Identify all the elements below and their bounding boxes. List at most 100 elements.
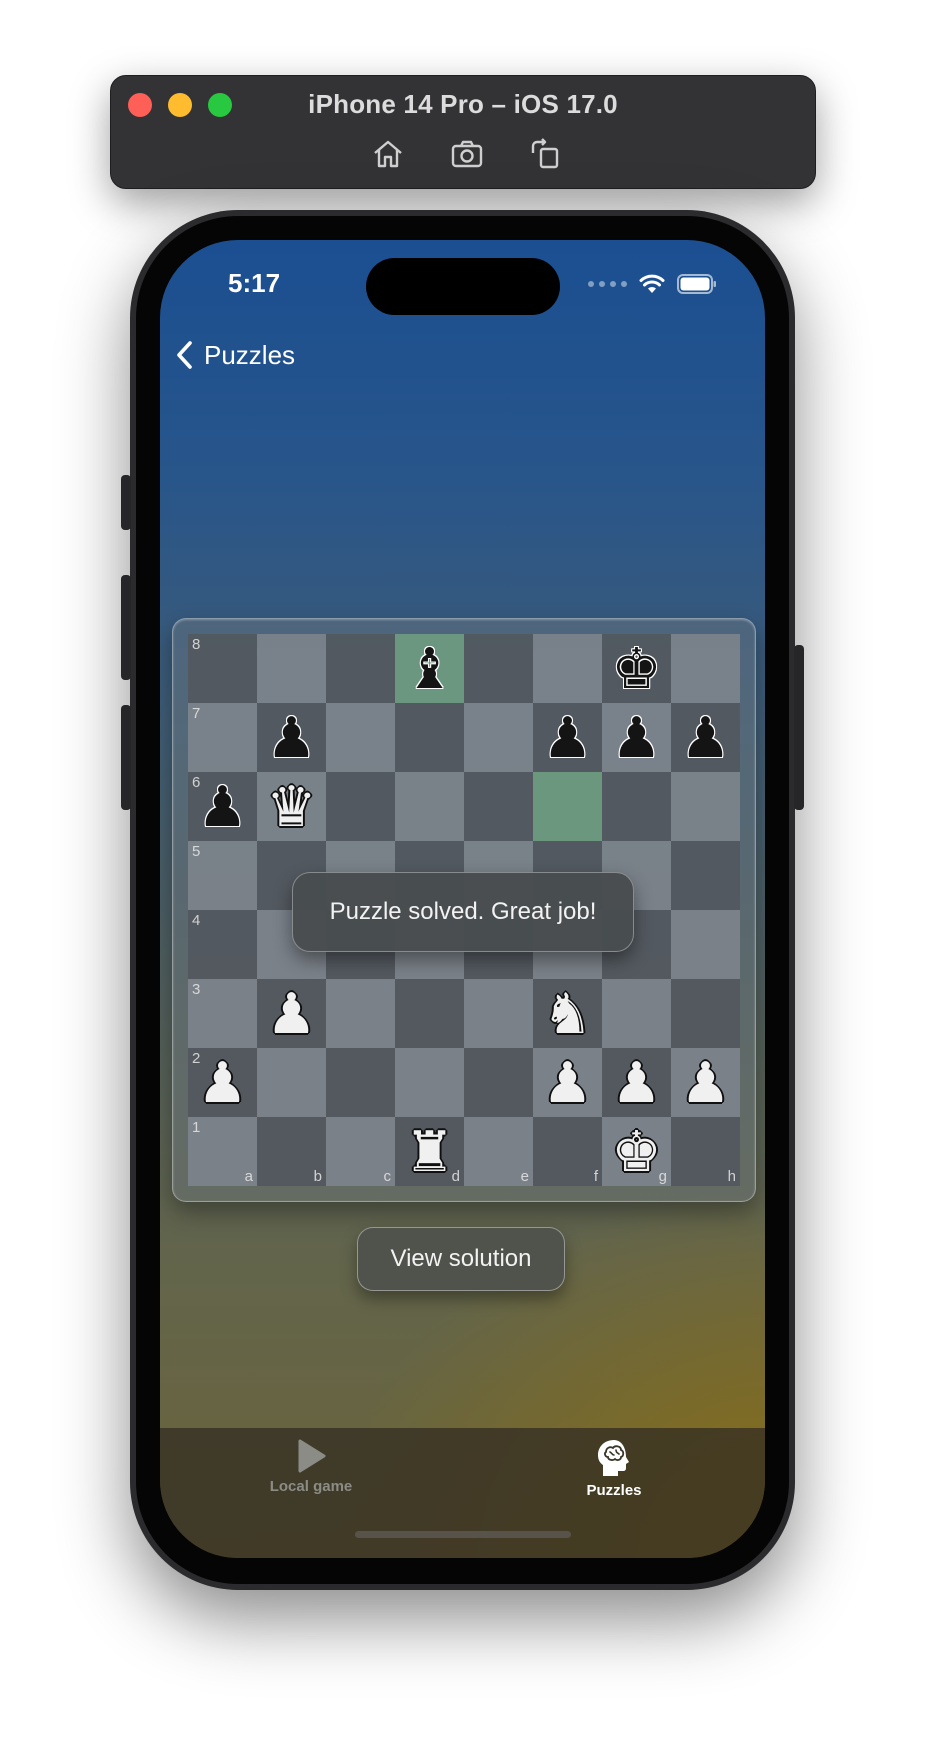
square-d8[interactable]: ♝ bbox=[395, 634, 464, 703]
square-g3[interactable] bbox=[602, 979, 671, 1048]
volume-up-button bbox=[121, 575, 131, 680]
white-king-piece[interactable]: ♚ bbox=[611, 1124, 661, 1181]
battery-icon bbox=[677, 274, 716, 294]
square-f8[interactable] bbox=[533, 634, 602, 703]
square-d2[interactable] bbox=[395, 1048, 464, 1117]
square-a5[interactable]: 5 bbox=[188, 841, 257, 910]
rotate-icon bbox=[531, 138, 559, 169]
square-h7[interactable]: ♟ bbox=[671, 703, 740, 772]
black-pawn-piece[interactable]: ♟ bbox=[542, 710, 592, 767]
square-f6[interactable] bbox=[533, 772, 602, 841]
screenshot-button[interactable] bbox=[447, 134, 487, 174]
white-pawn-piece[interactable]: ♟ bbox=[542, 1055, 592, 1112]
black-king-piece[interactable]: ♚ bbox=[611, 641, 661, 698]
white-pawn-piece[interactable]: ♟ bbox=[611, 1055, 661, 1112]
home-button[interactable] bbox=[368, 134, 408, 174]
square-a4[interactable]: 4 bbox=[188, 910, 257, 979]
square-b3[interactable]: ♟ bbox=[257, 979, 326, 1048]
white-knight-piece[interactable]: ♞ bbox=[542, 986, 592, 1043]
tab-bar: Local game Puzzles bbox=[160, 1428, 765, 1558]
square-h3[interactable] bbox=[671, 979, 740, 1048]
square-d6[interactable] bbox=[395, 772, 464, 841]
tab-puzzles[interactable]: Puzzles bbox=[514, 1438, 714, 1499]
home-indicator bbox=[355, 1531, 571, 1538]
square-c2[interactable] bbox=[326, 1048, 395, 1117]
square-g6[interactable] bbox=[602, 772, 671, 841]
file-label: g bbox=[658, 1168, 667, 1185]
square-f7[interactable]: ♟ bbox=[533, 703, 602, 772]
square-b2[interactable] bbox=[257, 1048, 326, 1117]
rank-label: 6 bbox=[192, 774, 201, 791]
white-pawn-piece[interactable]: ♟ bbox=[680, 1055, 730, 1112]
square-b6[interactable]: ♛ bbox=[257, 772, 326, 841]
square-h5[interactable] bbox=[671, 841, 740, 910]
square-e1[interactable]: e bbox=[464, 1117, 533, 1186]
dynamic-island bbox=[366, 258, 560, 315]
square-d1[interactable]: d ♜ bbox=[395, 1117, 464, 1186]
rank-label: 1 bbox=[192, 1119, 201, 1136]
square-h4[interactable] bbox=[671, 910, 740, 979]
view-solution-button[interactable]: View solution bbox=[357, 1227, 565, 1291]
square-g2[interactable]: ♟ bbox=[602, 1048, 671, 1117]
square-e8[interactable] bbox=[464, 634, 533, 703]
cellular-dots-icon bbox=[588, 281, 627, 287]
square-f1[interactable]: f bbox=[533, 1117, 602, 1186]
square-a6[interactable]: 6 ♟ bbox=[188, 772, 257, 841]
rotate-button[interactable] bbox=[525, 134, 565, 174]
square-d3[interactable] bbox=[395, 979, 464, 1048]
file-label: h bbox=[727, 1168, 736, 1185]
black-pawn-piece[interactable]: ♟ bbox=[611, 710, 661, 767]
square-e3[interactable] bbox=[464, 979, 533, 1048]
square-a7[interactable]: 7 bbox=[188, 703, 257, 772]
play-icon bbox=[298, 1439, 326, 1473]
status-time: 5:17 bbox=[228, 268, 281, 298]
square-a1[interactable]: 1a bbox=[188, 1117, 257, 1186]
black-pawn-piece[interactable]: ♟ bbox=[266, 710, 316, 767]
square-d7[interactable] bbox=[395, 703, 464, 772]
square-h8[interactable] bbox=[671, 634, 740, 703]
tab-local-game[interactable]: Local game bbox=[211, 1438, 411, 1495]
square-b1[interactable]: b bbox=[257, 1117, 326, 1186]
rank-label: 2 bbox=[192, 1050, 201, 1067]
wifi-icon bbox=[639, 274, 665, 293]
white-rook-piece[interactable]: ♜ bbox=[404, 1124, 454, 1181]
square-c7[interactable] bbox=[326, 703, 395, 772]
square-c1[interactable]: c bbox=[326, 1117, 395, 1186]
black-pawn-piece[interactable]: ♟ bbox=[197, 779, 247, 836]
square-e7[interactable] bbox=[464, 703, 533, 772]
tab-label: Puzzles bbox=[586, 1482, 642, 1499]
back-button[interactable]: Puzzles bbox=[172, 338, 295, 372]
puzzle-solved-toast: Puzzle solved. Great job! bbox=[292, 872, 634, 952]
file-label: d bbox=[451, 1168, 460, 1185]
square-f3[interactable]: ♞ bbox=[533, 979, 602, 1048]
square-c8[interactable] bbox=[326, 634, 395, 703]
square-g8[interactable]: ♚ bbox=[602, 634, 671, 703]
back-button-label: Puzzles bbox=[204, 339, 296, 370]
square-e2[interactable] bbox=[464, 1048, 533, 1117]
simulator-title: iPhone 14 Pro – iOS 17.0 bbox=[308, 89, 618, 119]
square-g1[interactable]: g ♚ bbox=[602, 1117, 671, 1186]
square-c3[interactable] bbox=[326, 979, 395, 1048]
square-b7[interactable]: ♟ bbox=[257, 703, 326, 772]
square-g7[interactable]: ♟ bbox=[602, 703, 671, 772]
square-f2[interactable]: ♟ bbox=[533, 1048, 602, 1117]
square-a3[interactable]: 3 bbox=[188, 979, 257, 1048]
square-e6[interactable] bbox=[464, 772, 533, 841]
square-b8[interactable] bbox=[257, 634, 326, 703]
white-queen-piece[interactable]: ♛ bbox=[266, 779, 316, 836]
black-pawn-piece[interactable]: ♟ bbox=[680, 710, 730, 767]
square-a8[interactable]: 8 bbox=[188, 634, 257, 703]
white-pawn-piece[interactable]: ♟ bbox=[266, 986, 316, 1043]
square-h6[interactable] bbox=[671, 772, 740, 841]
square-c6[interactable] bbox=[326, 772, 395, 841]
square-h1[interactable]: h bbox=[671, 1117, 740, 1186]
rank-label: 5 bbox=[192, 843, 201, 860]
black-bishop-piece[interactable]: ♝ bbox=[404, 641, 454, 698]
file-label: e bbox=[520, 1168, 529, 1185]
square-h2[interactable]: ♟ bbox=[671, 1048, 740, 1117]
square-a2[interactable]: 2 ♟ bbox=[188, 1048, 257, 1117]
brain-head-icon bbox=[598, 1440, 629, 1476]
app-screen: 5:17 Puzzles 8 ♝ ♚ 7 ♟ ♟ ♟ ♟ 6 ♟ ♛ 5 4 3 ♟ ♞ 2 ♟ ♟ ♟ ♟ 1 a b c d ♜… bbox=[160, 240, 765, 1558]
file-label: a bbox=[244, 1168, 253, 1185]
white-pawn-piece[interactable]: ♟ bbox=[197, 1055, 247, 1112]
